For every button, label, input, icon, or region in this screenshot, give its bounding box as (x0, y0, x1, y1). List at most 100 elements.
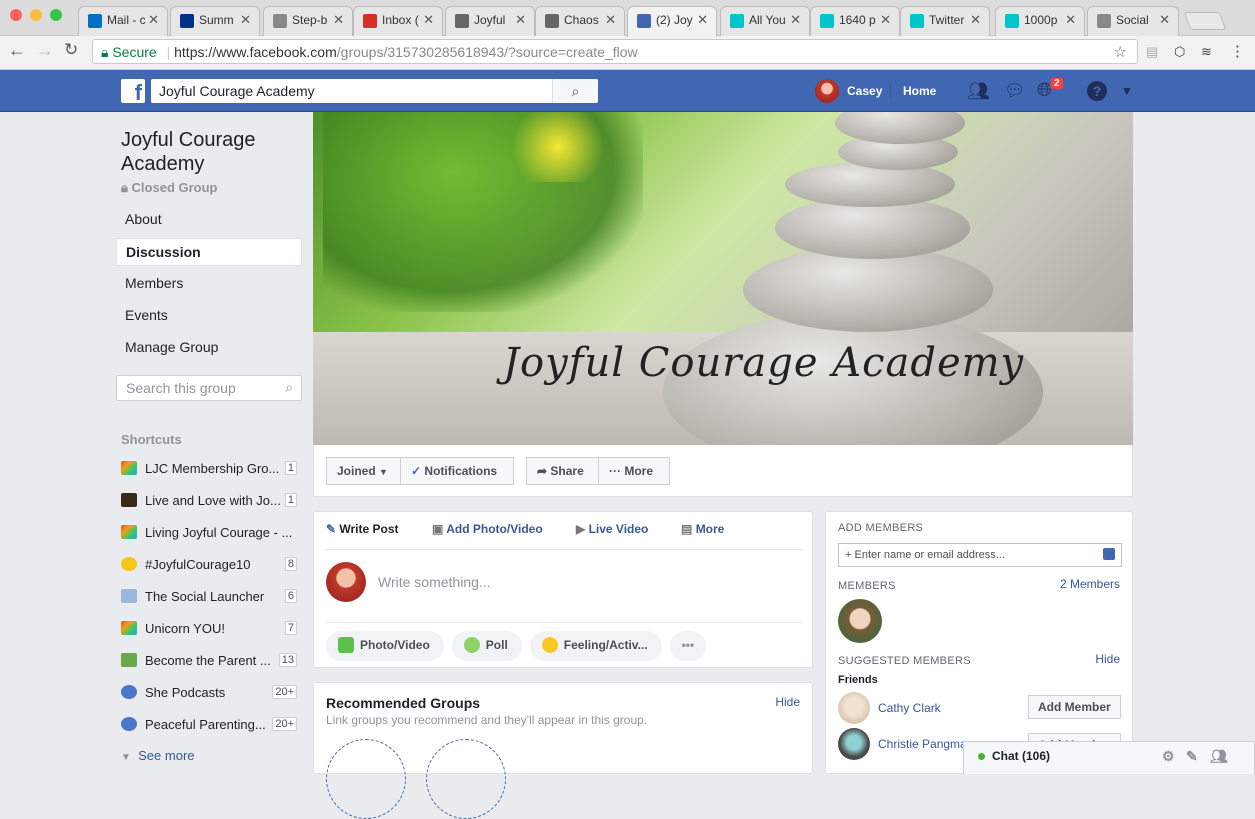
close-tab-icon[interactable]: ✕ (970, 12, 981, 28)
notifications-button[interactable]: ✓ Notifications (400, 457, 514, 485)
add-member-input[interactable]: + Enter name or email address... (838, 543, 1122, 567)
facebook-logo-icon[interactable]: f (121, 79, 145, 103)
shortcut-item[interactable]: Unicorn YOU! 7 (116, 612, 302, 644)
suggested-member-name[interactable]: Cathy Clark (878, 701, 941, 715)
facebook-search-input[interactable]: Joyful Courage Academy ⌕ (151, 79, 598, 103)
close-tab-icon[interactable]: ✕ (333, 12, 344, 28)
browser-tab[interactable]: (2) Joy ✕ (627, 6, 717, 37)
shortcut-item[interactable]: The Social Launcher 6 (116, 580, 302, 612)
close-tab-icon[interactable]: ✕ (515, 12, 526, 28)
avatar[interactable] (838, 692, 870, 724)
more-dots-icon: ▤ (681, 522, 693, 536)
bookmark-star-icon[interactable]: ☆ (1114, 43, 1127, 61)
friend-requests-icon[interactable]: 👥︎ (967, 81, 990, 102)
forward-icon[interactable]: → (36, 40, 54, 61)
shortcuts-list: LJC Membership Gro... 1 Live and Love with… (116, 452, 302, 740)
nav-discussion[interactable]: Discussion (116, 238, 302, 266)
lock-icon: 🔒︎ (101, 44, 109, 60)
account-menu-chevron-icon[interactable]: ▼ (1121, 84, 1133, 98)
suggested-hide-link[interactable]: Hide (1095, 652, 1120, 666)
group-name[interactable]: Joyful Courage Academy (116, 128, 302, 176)
address-book-icon[interactable] (1103, 548, 1115, 560)
nav-members[interactable]: Members (116, 270, 302, 298)
shortcut-item[interactable]: Become the Parent ... 13 (116, 644, 302, 676)
member-avatar[interactable] (838, 599, 882, 643)
browser-tab[interactable]: All You ✕ (720, 6, 810, 36)
search-value: Joyful Courage Academy (159, 83, 315, 99)
browser-tab[interactable]: Joyful ✕ (445, 6, 535, 36)
tab-write-post[interactable]: ✎ Write Post (326, 522, 399, 536)
help-icon[interactable]: ? (1087, 81, 1107, 101)
profile-link[interactable]: Casey (815, 79, 882, 103)
browser-tab[interactable]: Step-b ✕ (263, 6, 353, 36)
recommended-hide-link[interactable]: Hide (775, 695, 800, 709)
back-icon[interactable]: ← (8, 40, 26, 61)
compose-icon[interactable]: ✎ (1186, 748, 1198, 765)
close-tab-icon[interactable]: ✕ (1065, 12, 1076, 28)
poll-option[interactable]: Poll (451, 631, 522, 661)
browser-tab[interactable]: Twitter ✕ (900, 6, 990, 36)
menu-dots-icon[interactable]: ⋮ (1230, 42, 1245, 60)
group-chat-icon[interactable]: 👥︎ (1210, 748, 1228, 765)
cube-extension-icon[interactable]: ⬡ (1174, 44, 1185, 60)
joined-button[interactable]: Joined ▼ (326, 457, 401, 485)
browser-tab[interactable]: Chaos ✕ (535, 6, 625, 36)
close-tab-icon[interactable]: ✕ (880, 12, 891, 28)
close-tab-icon[interactable]: ✕ (697, 12, 708, 28)
home-link[interactable]: Home (890, 84, 936, 98)
reader-icon[interactable]: ▤ (1146, 44, 1158, 60)
search-icon[interactable]: ⌕ (552, 79, 598, 103)
close-tab-icon[interactable]: ✕ (605, 12, 616, 28)
feeling-activity-option[interactable]: Feeling/Activ... (529, 631, 662, 661)
nav-manage-group[interactable]: Manage Group (116, 334, 302, 362)
recommended-slot[interactable] (426, 739, 506, 819)
share-button[interactable]: ➦ Share (526, 457, 599, 485)
nav-about[interactable]: About (116, 206, 302, 234)
url-text: https://www.facebook.com/groups/31573028… (174, 44, 637, 60)
group-search-input[interactable]: Search this group ⌕ (116, 375, 302, 401)
buffer-extension-icon[interactable]: ≋ (1201, 44, 1212, 60)
shortcut-item[interactable]: #JoyfulCourage10 8 (116, 548, 302, 580)
browser-tab[interactable]: Mail - c ✕ (78, 6, 168, 36)
nav-events[interactable]: Events (116, 302, 302, 330)
group-icon (121, 717, 137, 731)
members-count-link[interactable]: 2 Members (1060, 577, 1120, 591)
close-tab-icon[interactable]: ✕ (790, 12, 801, 28)
suggested-member-name[interactable]: Christie Pangman (878, 737, 973, 751)
close-tab-icon[interactable]: ✕ (1159, 12, 1170, 28)
close-tab-icon[interactable]: ✕ (148, 12, 159, 28)
photo-video-option[interactable]: Photo/Video (326, 631, 444, 661)
tab-more[interactable]: ▤ More (681, 522, 724, 536)
close-tab-icon[interactable]: ✕ (240, 12, 251, 28)
maximize-window-button[interactable] (50, 9, 62, 21)
minimize-window-button[interactable] (30, 9, 42, 21)
close-window-button[interactable] (10, 9, 22, 21)
shortcut-item[interactable]: Living Joyful Courage - ... (116, 516, 302, 548)
tab-live-video[interactable]: ▶ Live Video (576, 522, 648, 536)
messenger-icon[interactable]: 💬︎ (1004, 81, 1026, 101)
recommended-slot[interactable] (326, 739, 406, 819)
add-member-button[interactable]: Add Member (1028, 695, 1121, 719)
close-tab-icon[interactable]: ✕ (423, 12, 434, 28)
shortcut-item[interactable]: Peaceful Parenting... 20+ (116, 708, 302, 740)
tab-add-photo-video[interactable]: ▣ Add Photo/Video (432, 522, 543, 536)
more-options-button[interactable]: ••• (669, 631, 707, 661)
new-tab-button[interactable] (1183, 12, 1227, 30)
browser-tab[interactable]: Social ✕ (1087, 6, 1179, 36)
see-more-link[interactable]: ▼ See more (116, 748, 302, 763)
avatar[interactable] (838, 728, 870, 760)
chat-bar[interactable]: Chat (106) ⚙ ✎ 👥︎ (963, 741, 1255, 774)
gear-icon[interactable]: ⚙ (1162, 748, 1175, 765)
browser-tab[interactable]: Summ ✕ (170, 6, 260, 36)
browser-tab[interactable]: 1640 p ✕ (810, 6, 900, 36)
more-button[interactable]: ··· More (598, 457, 670, 485)
shortcut-item[interactable]: LJC Membership Gro... 1 (116, 452, 302, 484)
address-bar[interactable]: 🔒︎ Secure | https://www.facebook.com/gro… (92, 39, 1138, 64)
notification-badge: 2 (1050, 77, 1064, 90)
write-something-input[interactable]: Write something... (378, 574, 491, 590)
shortcut-item[interactable]: Live and Love with Jo... 1 (116, 484, 302, 516)
browser-tab[interactable]: Inbox (✕ (353, 6, 443, 36)
browser-tab[interactable]: 1000p ✕ (995, 6, 1085, 36)
reload-icon[interactable]: ↻ (64, 40, 78, 60)
shortcut-item[interactable]: She Podcasts 20+ (116, 676, 302, 708)
